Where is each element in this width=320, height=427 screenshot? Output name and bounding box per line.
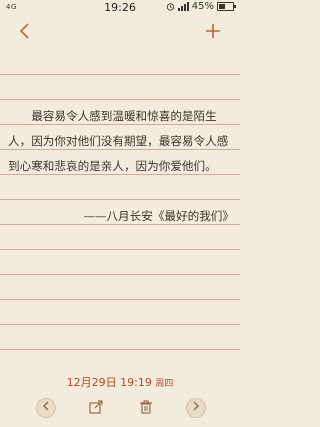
note-toolbar	[0, 16, 240, 50]
status-bar: 4G 19:26 45%	[0, 0, 240, 16]
note-signature: ——八月长安《最好的我们》	[83, 209, 234, 223]
battery-percent: 45%	[191, 1, 214, 12]
bottom-toolbar	[0, 395, 240, 423]
delete-button[interactable]	[138, 399, 154, 415]
note-time: 19:19	[120, 376, 152, 389]
alarm-icon	[166, 3, 174, 11]
share-button[interactable]	[88, 399, 104, 415]
back-button[interactable]	[18, 21, 38, 43]
status-icons: 45%	[166, 1, 236, 12]
trash-icon	[140, 400, 152, 414]
share-icon	[89, 400, 103, 414]
chevron-right-icon	[193, 401, 199, 411]
add-note-button[interactable]	[202, 19, 224, 43]
chevron-left-icon	[43, 401, 49, 411]
chevron-left-icon	[19, 23, 29, 39]
note-timestamp: 12月29日 19:19 周四	[0, 374, 240, 390]
next-note-button[interactable]	[186, 398, 206, 418]
note-date: 12月29日	[66, 376, 117, 389]
signal-icon	[177, 2, 189, 11]
previous-note-button[interactable]	[36, 398, 56, 418]
plus-icon	[206, 24, 220, 38]
battery-icon	[217, 2, 236, 11]
note-weekday: 周四	[155, 379, 174, 389]
note-body[interactable]: 最容易令人感到温暖和惊喜的是陌生人，因为你对他们没有期望，最容易令人感到心寒和悲…	[8, 104, 234, 179]
